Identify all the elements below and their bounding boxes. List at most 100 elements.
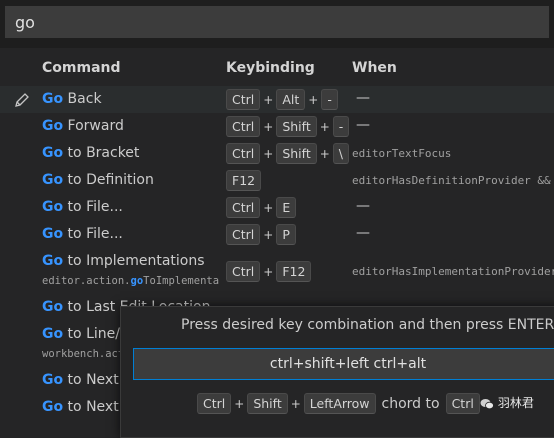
plus-separator: + [290, 396, 301, 411]
command-text: to File... [63, 226, 123, 242]
plus-separator: + [319, 119, 330, 134]
match-highlight: Go [42, 226, 64, 242]
match-highlight: Go [42, 199, 64, 215]
command-label: Go to File... [42, 226, 123, 242]
plus-separator: + [263, 146, 274, 161]
key-cap: Ctrl [226, 197, 261, 218]
search-bar [0, 0, 554, 48]
command-text: to Next [63, 399, 119, 415]
command-label: Go to Bracket [42, 145, 139, 161]
command-text: to File... [63, 199, 123, 215]
when-clause: editorHasImplementationProvider [352, 265, 554, 278]
match-highlight: Go [42, 172, 64, 188]
match-highlight: Go [42, 91, 64, 107]
key-cap: Ctrl [226, 224, 261, 245]
match-highlight: Go [42, 372, 64, 388]
plus-separator: + [263, 264, 274, 279]
command-label: Go to Next [42, 372, 119, 388]
key-cap: LeftArrow [303, 393, 376, 414]
plus-separator: + [263, 119, 274, 134]
when-clause: — [356, 90, 370, 106]
command-text: to Bracket [63, 145, 140, 161]
when-clause: — [356, 117, 370, 133]
keybinding-row[interactable]: Go to Implementations editor.action.goToI… [0, 248, 554, 294]
command-label: Go to File... [42, 199, 123, 215]
plus-separator: + [308, 92, 319, 107]
column-header-keybinding: Keybinding [226, 60, 315, 76]
column-header-when: When [352, 60, 397, 76]
keybinding-keys: Ctrl + Shift + \ [226, 143, 350, 164]
plus-separator: + [319, 146, 330, 161]
command-text: to Next [63, 372, 119, 388]
key-cap: \ [332, 143, 350, 164]
key-cap: Ctrl [226, 89, 261, 110]
keybinding-keys: Ctrl + F12 [226, 261, 312, 282]
keybinding-row[interactable]: Go Back Ctrl + Alt + - — [0, 86, 554, 113]
key-cap: - [321, 89, 338, 110]
keybinding-input[interactable] [133, 348, 554, 380]
command-label: Go to Implementations [42, 253, 205, 269]
when-clause: editorHasDefinitionProvider && [352, 174, 551, 187]
key-cap: Shift [247, 393, 288, 414]
command-id: editor.action.goToImplementa [42, 275, 226, 287]
keybinding-row[interactable]: Go to Bracket Ctrl + Shift + \ editorTextFocus [0, 140, 554, 167]
column-header-command: Command [42, 60, 121, 76]
keybinding-row[interactable]: Go to File... Ctrl + P — [0, 221, 554, 248]
edit-icon[interactable] [13, 91, 31, 109]
when-clause: — [356, 198, 370, 214]
match-highlight: go [130, 275, 144, 287]
key-cap: F12 [276, 261, 312, 282]
command-text: to Implementations [63, 253, 205, 269]
command-label: Go to Definition [42, 172, 154, 188]
command-id-text: ToImplementa [143, 275, 220, 287]
match-highlight: Go [42, 118, 64, 134]
match-highlight: Go [42, 399, 64, 415]
plus-separator: + [263, 200, 274, 215]
key-cap: Shift [276, 143, 317, 164]
keybinding-keys: Ctrl + Alt + - [226, 89, 338, 110]
keybinding-keys: Ctrl + E [226, 197, 297, 218]
keybinding-row[interactable]: Go Forward Ctrl + Shift + - — [0, 113, 554, 140]
key-cap: - [332, 116, 350, 137]
key-cap: E [276, 197, 297, 218]
chord-preview: Ctrl + Shift + LeftArrow chord to Ctrl [197, 393, 480, 414]
plus-separator: + [263, 227, 274, 242]
match-highlight: Go [42, 326, 64, 342]
keybinding-row[interactable]: Go to File... Ctrl + E — [0, 194, 554, 221]
key-cap: Ctrl [226, 261, 261, 282]
match-highlight: Go [42, 253, 64, 269]
wechat-icon [480, 396, 498, 410]
command-id-text: editor.action. [42, 275, 131, 287]
watermark-text: 羽林君 [497, 396, 534, 410]
command-label: Go Back [42, 91, 102, 107]
key-cap: Alt [276, 89, 306, 110]
plus-separator: + [263, 92, 274, 107]
match-highlight: Go [42, 299, 64, 315]
when-clause: editorTextFocus [352, 147, 452, 160]
command-label: Go to Next [42, 399, 119, 415]
command-text: to Definition [63, 172, 154, 188]
match-highlight: Go [42, 145, 64, 161]
key-cap: Ctrl [226, 143, 261, 164]
key-cap: Ctrl [226, 116, 261, 137]
keybinding-prompt: Press desired key combination and then p… [181, 317, 554, 333]
key-cap: Ctrl [197, 393, 232, 414]
plus-separator: + [234, 396, 245, 411]
key-cap: P [276, 224, 296, 245]
chord-label: chord to [381, 395, 440, 412]
key-cap: F12 [226, 170, 262, 191]
keybinding-keys: F12 [226, 170, 262, 191]
keybinding-keys: Ctrl + Shift + - [226, 116, 350, 137]
define-keybinding-widget: Press desired key combination and then p… [120, 306, 554, 438]
command-text: Back [63, 91, 102, 107]
keybinding-row[interactable]: Go to Definition F12 editorHasDefinitionPr… [0, 167, 554, 194]
search-input[interactable] [5, 6, 549, 38]
table-header: Command Keybinding When [0, 52, 554, 84]
keybinding-keys: Ctrl + P [226, 224, 296, 245]
key-cap: Ctrl [445, 393, 480, 414]
watermark: 羽林君 [480, 394, 534, 411]
when-clause: — [356, 225, 370, 241]
command-text: Forward [63, 118, 124, 134]
command-label: Go Forward [42, 118, 124, 134]
key-cap: Shift [276, 116, 317, 137]
